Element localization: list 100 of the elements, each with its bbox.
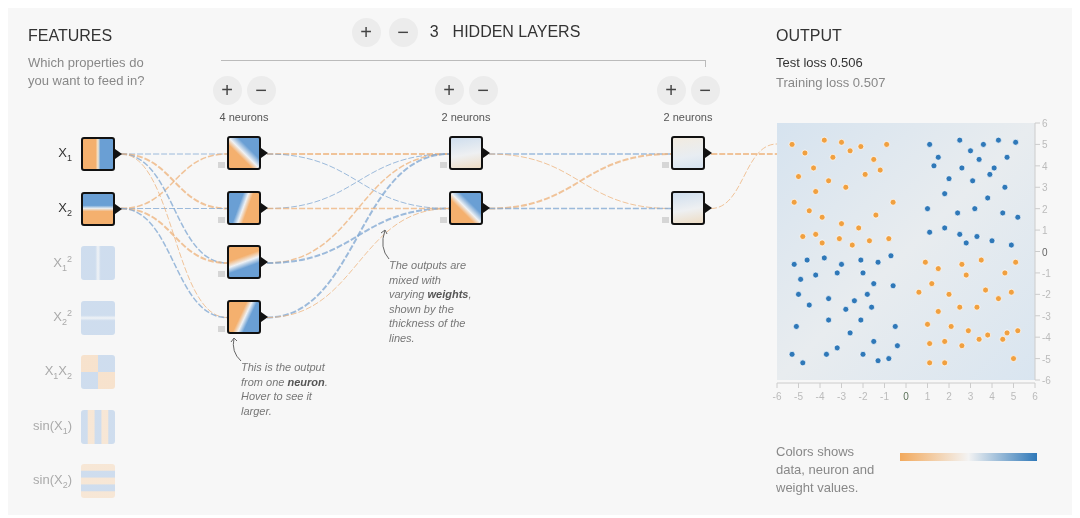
- features-subtitle: Which properties do you want to feed in?: [28, 54, 146, 90]
- bias-marker: [662, 162, 669, 168]
- data-point: [863, 290, 871, 298]
- data-point: [1008, 241, 1015, 249]
- remove-neuron-button[interactable]: −: [468, 76, 498, 105]
- data-point: [846, 329, 854, 337]
- neuron-node[interactable]: [449, 136, 490, 170]
- data-point: [861, 171, 869, 178]
- data-point: [971, 205, 979, 212]
- data-point: [825, 316, 832, 324]
- data-point: [825, 295, 832, 302]
- feature-label: X$_{1}$X$_{2}$: [43, 363, 72, 381]
- data-point: [934, 265, 942, 272]
- data-point: [1012, 258, 1019, 266]
- feature-label: sin(X$_{1}$): [32, 417, 72, 436]
- feature-node[interactable]: [81, 137, 122, 171]
- data-point: [795, 290, 802, 298]
- x-tick-label: 0: [903, 391, 909, 402]
- x-tick-label: -5: [794, 391, 803, 402]
- data-point: [790, 198, 798, 206]
- x-tick-label: 4: [989, 391, 995, 402]
- data-point: [988, 237, 996, 245]
- add-layer-button[interactable]: +: [351, 17, 381, 47]
- data-point: [874, 357, 882, 365]
- feature-node[interactable]: [81, 409, 115, 444]
- data-point: [1001, 183, 1009, 191]
- add-neuron-button[interactable]: +: [212, 76, 242, 105]
- remove-neuron-button[interactable]: −: [690, 76, 720, 105]
- data-point: [799, 359, 807, 367]
- data-point: [969, 177, 976, 185]
- data-point: [926, 359, 933, 367]
- y-tick-label: 0: [1042, 246, 1048, 258]
- feature-node[interactable]: [81, 464, 115, 498]
- feature-label: X$_{2}$: [57, 199, 72, 218]
- data-point: [973, 303, 981, 311]
- neuron-node[interactable]: [449, 190, 490, 225]
- data-point: [947, 323, 955, 330]
- y-tick-label: -2: [1042, 289, 1051, 301]
- x-tick-label: -4: [815, 391, 825, 402]
- add-neuron-button[interactable]: +: [434, 76, 464, 105]
- data-point: [799, 233, 807, 240]
- feature-node[interactable]: [81, 246, 115, 280]
- y-tick-label: -4: [1042, 332, 1051, 344]
- data-point: [1001, 269, 1009, 277]
- data-point: [829, 153, 837, 161]
- data-point: [958, 164, 966, 172]
- feature-node[interactable]: [81, 300, 115, 335]
- data-point: [885, 355, 893, 362]
- data-point: [801, 149, 809, 157]
- data-point: [977, 256, 985, 264]
- hidden-layers-title: HIDDEN LAYERS: [452, 23, 581, 41]
- feature-label: sin(X$_{2}$): [32, 472, 72, 490]
- data-point: [995, 295, 1002, 302]
- data-point: [922, 258, 929, 266]
- bias-marker: [440, 216, 447, 223]
- data-point: [889, 282, 897, 290]
- annotation-note: This is the output from one neuron. Hover to see it larger.: [241, 360, 329, 418]
- data-point: [941, 224, 949, 232]
- x-tick-label: 5: [1010, 391, 1017, 402]
- data-point: [958, 342, 966, 350]
- neuron-node[interactable]: [227, 190, 268, 225]
- neuron-node[interactable]: [227, 245, 268, 279]
- data-point: [805, 207, 813, 215]
- neuron-node[interactable]: [671, 136, 712, 170]
- neuron-count: 2 neurons: [441, 111, 491, 125]
- neuron-node[interactable]: [227, 136, 268, 170]
- remove-layer-button[interactable]: −: [388, 17, 418, 47]
- y-tick-label: 4: [1042, 160, 1048, 172]
- bias-marker: [218, 216, 225, 223]
- feature-node[interactable]: [81, 191, 122, 226]
- data-point: [926, 340, 933, 347]
- pointer-arrow-icon: [228, 336, 244, 362]
- bias-marker: [662, 216, 669, 223]
- data-point: [965, 327, 972, 335]
- y-tick-label: 3: [1042, 182, 1048, 194]
- data-point: [870, 156, 878, 163]
- data-point: [857, 256, 865, 264]
- x-tick-label: 3: [967, 391, 974, 402]
- training-loss: Training loss 0.507: [776, 74, 887, 92]
- data-point: [945, 175, 953, 183]
- remove-neuron-button[interactable]: −: [246, 76, 276, 105]
- add-neuron-button[interactable]: +: [656, 76, 686, 105]
- data-point: [870, 280, 878, 287]
- bias-marker: [218, 325, 225, 332]
- neuron-node[interactable]: [227, 299, 268, 334]
- data-point: [793, 323, 800, 330]
- data-point: [855, 224, 863, 232]
- data-point: [958, 261, 966, 268]
- data-point: [795, 173, 802, 180]
- data-point: [982, 286, 989, 294]
- data-point: [941, 190, 949, 198]
- data-point: [915, 288, 923, 296]
- data-point: [788, 350, 796, 358]
- data-point: [812, 188, 820, 195]
- data-point: [999, 209, 1007, 217]
- neuron-node[interactable]: [671, 190, 712, 225]
- feature-node[interactable]: [81, 355, 115, 389]
- data-point: [818, 213, 826, 221]
- data-point: [810, 164, 817, 172]
- data-point: [820, 136, 828, 144]
